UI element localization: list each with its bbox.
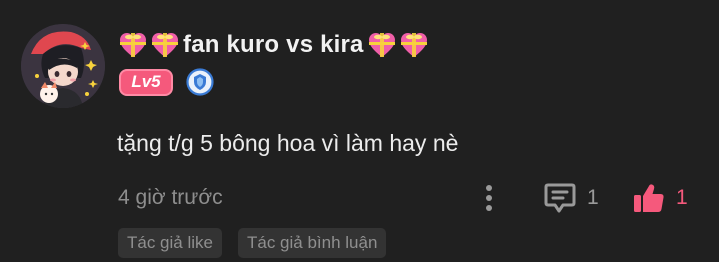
reply-button[interactable]: 1 [543, 180, 599, 216]
timestamp: 4 giờ trước [118, 186, 223, 209]
comment-text: tặng t/g 5 bông hoa vì làm hay nè [117, 130, 459, 156]
gift-heart-icon [150, 31, 180, 59]
gift-heart-icon [399, 31, 429, 59]
username[interactable]: fan kuro vs kira [183, 31, 364, 59]
level-badge: Lv5 [119, 68, 173, 96]
comment-bubble-icon [544, 183, 576, 213]
tag-author-liked: Tác giả like [118, 228, 222, 258]
avatar[interactable] [21, 24, 105, 108]
tag-author-replied: Tác giả bình luận [237, 228, 387, 258]
like-button[interactable]: 1 [632, 180, 688, 216]
shield-icon [186, 68, 214, 96]
gift-heart-icon [118, 31, 148, 59]
like-count: 1 [676, 186, 688, 209]
reply-count: 1 [587, 186, 599, 209]
comment-item: fan kuro vs kira Lv5 tặng t/g 5 bông hoa… [0, 0, 719, 262]
more-vertical-icon [486, 185, 492, 211]
username-row[interactable]: fan kuro vs kira [118, 27, 429, 63]
avatar-image [21, 24, 105, 108]
author-tags: Tác giả like Tác giả bình luận [118, 228, 387, 258]
gift-heart-icon [367, 31, 397, 59]
more-options-button[interactable] [477, 180, 501, 216]
level-label: Lv5 [131, 72, 161, 91]
user-badges: Lv5 [119, 68, 214, 96]
thumbs-up-icon [634, 184, 664, 212]
